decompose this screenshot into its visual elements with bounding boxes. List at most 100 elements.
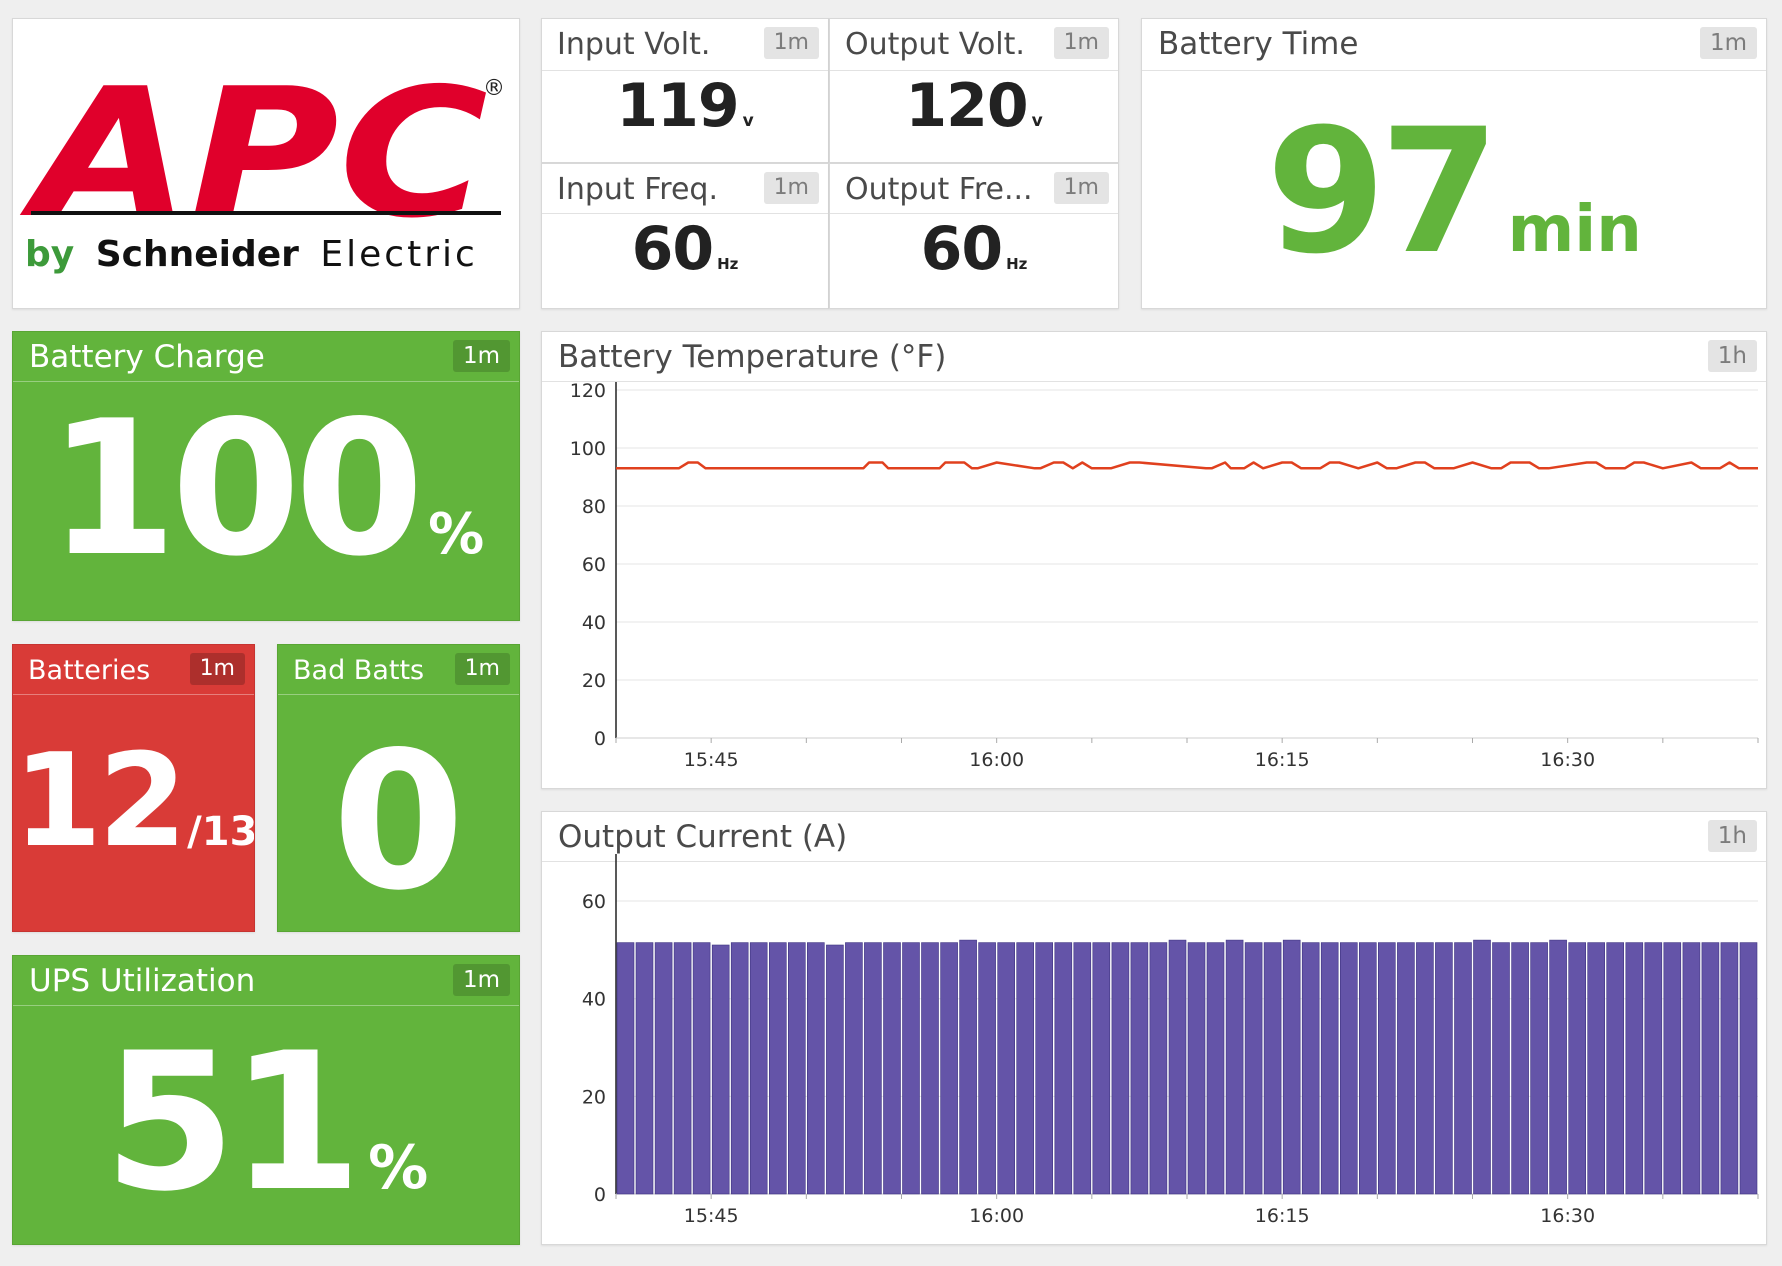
widget-title: Input Volt.	[557, 27, 711, 62]
output-volt-value: 120 v	[830, 71, 1118, 141]
logo-widget: APC ® by Schneider Electric	[12, 18, 520, 309]
timeframe-badge[interactable]: 1m	[189, 653, 245, 685]
current-bar	[1435, 942, 1453, 1195]
logo-underline	[31, 211, 501, 215]
x-tick-label: 16:15	[1255, 749, 1310, 771]
x-tick-label: 15:45	[684, 1205, 739, 1227]
value-number: 97	[1266, 91, 1499, 292]
current-bar	[711, 944, 730, 1195]
timeframe-badge[interactable]: 1m	[1053, 27, 1109, 59]
current-bar	[902, 942, 920, 1195]
widget-title: Battery Charge	[29, 339, 265, 375]
current-bar	[1739, 942, 1758, 1195]
current-bar	[940, 942, 958, 1195]
ups-utilization-widget[interactable]: UPS Utilization 1m 51%	[12, 955, 520, 1245]
battery-charge-value: 100%	[13, 380, 519, 597]
value-unit: %	[368, 1133, 429, 1203]
input-volt-widget[interactable]: Input Volt. 1m 119 v	[541, 18, 829, 163]
x-tick-label: 16:00	[969, 1205, 1024, 1227]
y-tick-label: 60	[582, 891, 606, 913]
output-current-widget[interactable]: Output Current (A) 1h 0 20 40 60 15:45 16:00 1…	[541, 811, 1767, 1245]
widget-header: Battery Charge 1m	[13, 332, 519, 382]
bad-batts-widget[interactable]: Bad Batts 1m 0	[277, 644, 520, 932]
value-unit: v	[742, 111, 754, 131]
value-number: 120	[905, 71, 1028, 141]
battery-temperature-widget[interactable]: Battery Temperature (°F) 1h 0 20 40 60 80 100…	[541, 331, 1767, 789]
batteries-widget[interactable]: Batteries 1m 12/13	[12, 644, 255, 932]
temperature-series-line	[616, 461, 1758, 470]
widget-header: Input Freq. 1m	[542, 164, 828, 214]
timeframe-badge[interactable]: 1m	[452, 340, 510, 372]
timeframe-badge[interactable]: 1m	[454, 653, 510, 685]
x-tick-label: 15:45	[684, 749, 739, 771]
ups-utilization-value: 51%	[13, 1012, 519, 1233]
current-bar	[1511, 942, 1529, 1195]
widget-title: Output Fre...	[845, 172, 1033, 207]
y-tick-label: 100	[570, 438, 606, 460]
bad-batts-value: 0	[278, 711, 519, 931]
value-unit: Hz	[1006, 255, 1028, 273]
battery-time-value: 97 min	[1142, 91, 1766, 292]
logo-registered: ®	[483, 76, 505, 101]
timeframe-badge[interactable]: 1m	[763, 27, 819, 59]
widget-title: Batteries	[28, 655, 151, 686]
y-tick-label: 20	[582, 670, 606, 692]
timeframe-badge[interactable]: 1m	[1053, 172, 1109, 204]
widget-title: UPS Utilization	[29, 963, 256, 999]
timeframe-badge[interactable]: 1m	[763, 172, 819, 204]
x-tick-label: 16:30	[1540, 1205, 1595, 1227]
current-bar	[635, 942, 654, 1195]
x-tick-label: 16:15	[1255, 1205, 1310, 1227]
current-bar	[692, 942, 711, 1195]
current-bar	[1244, 942, 1263, 1195]
value-total: /13	[187, 809, 255, 855]
apc-logo: APC ® by Schneider Electric	[19, 50, 505, 275]
current-bar	[1644, 942, 1663, 1195]
widget-header: Output Fre... 1m	[830, 164, 1118, 214]
current-bar	[788, 942, 806, 1195]
current-bar	[1549, 939, 1567, 1195]
battery-charge-widget[interactable]: Battery Charge 1m 100%	[12, 331, 520, 621]
output-volt-widget[interactable]: Output Volt. 1m 120 v	[829, 18, 1119, 163]
input-volt-value: 119 v	[542, 71, 828, 141]
value-number: 51	[103, 1012, 362, 1233]
temperature-chart[interactable]: 0 20 40 60 80 100 120 15:45 16:00 16:15 16:30	[542, 332, 1767, 789]
current-bar	[1130, 942, 1149, 1195]
current-bar	[921, 942, 939, 1195]
output-freq-widget[interactable]: Output Fre... 1m 60 Hz	[829, 163, 1119, 309]
value-unit: min	[1507, 193, 1642, 267]
widget-header: Input Volt. 1m	[542, 19, 828, 71]
value-unit: %	[428, 502, 485, 567]
output-current-chart[interactable]: 0 20 40 60 15:45 16:00 16:15 16:30	[542, 812, 1767, 1245]
current-bar	[959, 939, 977, 1195]
y-tick-label: 60	[582, 554, 606, 576]
value-number: 60	[920, 214, 1003, 284]
input-freq-widget[interactable]: Input Freq. 1m 60 Hz	[541, 163, 829, 309]
widget-title: Output Volt.	[845, 27, 1025, 62]
current-bar	[1358, 942, 1377, 1195]
x-tick-label: 16:00	[969, 749, 1024, 771]
current-bar	[978, 942, 996, 1195]
value-unit: v	[1031, 111, 1043, 131]
timeframe-badge[interactable]: 1m	[452, 964, 510, 996]
current-bar	[806, 942, 825, 1195]
current-bar	[1701, 942, 1720, 1195]
current-bar	[845, 942, 863, 1195]
current-bar	[1092, 942, 1111, 1195]
current-bar	[1530, 942, 1548, 1195]
value-number: 60	[631, 214, 714, 284]
current-bar	[1320, 942, 1339, 1195]
widget-header: Output Volt. 1m	[830, 19, 1118, 71]
widget-header: Bad Batts 1m	[278, 645, 519, 695]
current-bar	[1720, 942, 1739, 1195]
battery-time-widget[interactable]: Battery Time 1m 97 min	[1141, 18, 1767, 309]
timeframe-badge[interactable]: 1m	[1699, 27, 1757, 59]
current-bar	[673, 942, 692, 1195]
current-bar	[1016, 942, 1035, 1195]
current-bar	[1682, 942, 1701, 1195]
current-bar	[1492, 942, 1510, 1195]
current-bar	[864, 942, 882, 1195]
current-bar	[1149, 942, 1168, 1195]
logo-electric: Electric	[320, 234, 477, 275]
current-bar	[826, 944, 844, 1195]
